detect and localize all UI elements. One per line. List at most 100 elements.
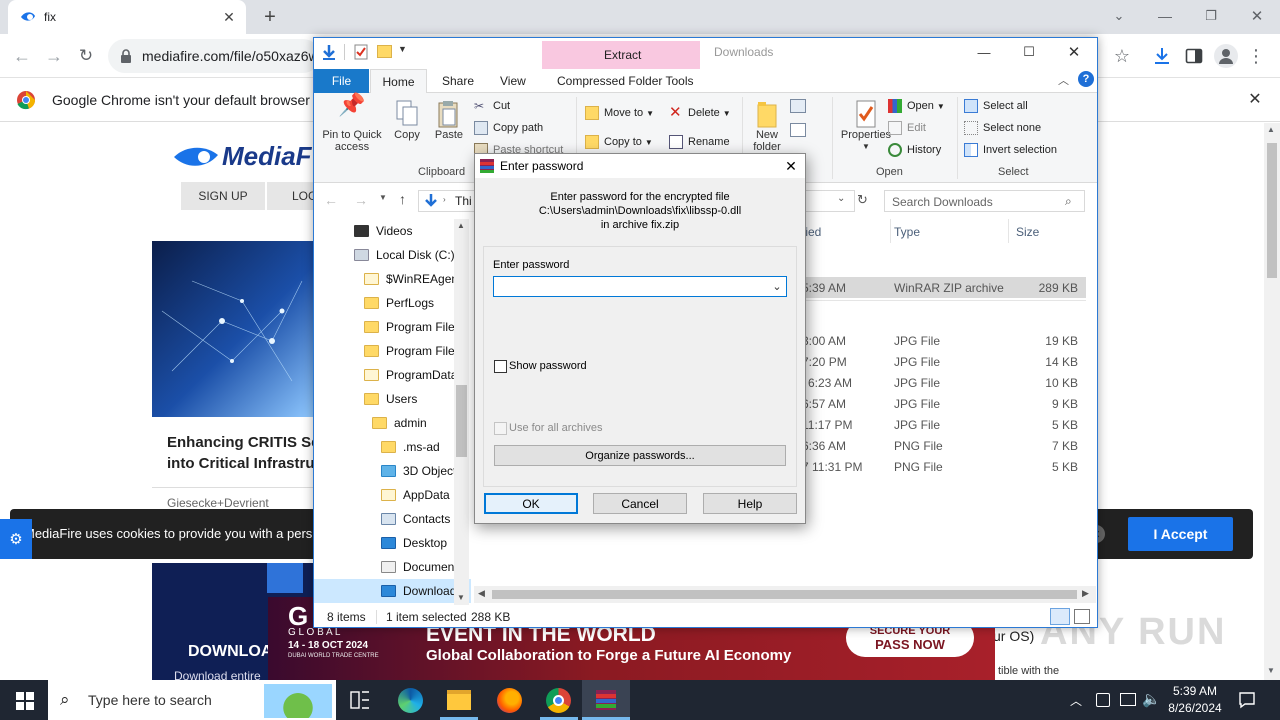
pin-quick-access-button[interactable]: 📌 Pin to Quick access	[318, 94, 386, 154]
hscroll-left-icon[interactable]: ◀	[478, 588, 485, 599]
omnibox[interactable]: mediafire.com/file/o50xaz6w	[108, 39, 320, 73]
search-box[interactable]: Search Downloads ⌕	[884, 190, 1085, 212]
paste-button[interactable]: Paste	[432, 99, 466, 141]
large-icons-view-icon[interactable]	[1074, 609, 1090, 624]
profile-avatar[interactable]	[1214, 44, 1238, 68]
extract-contextual-tab[interactable]: Extract	[604, 48, 641, 62]
chrome-taskbar-icon[interactable]	[546, 688, 571, 713]
help-icon[interactable]: ?	[1078, 71, 1094, 87]
tab-share[interactable]: Share	[442, 74, 474, 88]
password-history-dropdown-icon[interactable]: ⌄	[770, 278, 784, 295]
dialog-close-icon[interactable]: ✕	[781, 156, 801, 176]
tree-item-program-files[interactable]: Program Files	[354, 315, 469, 339]
file-explorer-taskbar-icon[interactable]	[447, 690, 471, 710]
menu-kebab-icon[interactable]: ⋮	[1246, 44, 1266, 68]
new-folder-button[interactable]: New folder	[747, 99, 787, 153]
tray-device-icon[interactable]	[1096, 693, 1110, 707]
tree-item-local-disk[interactable]: Local Disk (C:)	[354, 243, 469, 267]
tree-item-videos[interactable]: Videos	[354, 219, 469, 243]
edit-button[interactable]: Edit	[888, 118, 958, 138]
invert-selection-button[interactable]: Invert selection	[964, 140, 1094, 160]
minimize-icon[interactable]: —	[1154, 5, 1176, 27]
login-button[interactable]: LOG	[267, 182, 317, 210]
tree-item-documents[interactable]: Document	[354, 555, 469, 579]
new-tab-button[interactable]: +	[258, 5, 282, 29]
nav-back-icon[interactable]: ←	[324, 192, 338, 208]
tree-item-winreagent[interactable]: $WinREAgent	[354, 267, 469, 291]
explorer-maximize-icon[interactable]: ☐	[1019, 42, 1039, 62]
tree-item-program-files-x86[interactable]: Program Files	[354, 339, 469, 363]
tree-item-admin[interactable]: admin	[354, 411, 469, 435]
password-input[interactable]: ⌄	[493, 276, 787, 297]
organize-passwords-button[interactable]: Organize passwords...	[494, 445, 786, 466]
scroll-up-icon[interactable]: ▲	[1267, 125, 1275, 134]
open-button[interactable]: Open ▼	[888, 96, 958, 116]
breadcrumb-chevron-icon[interactable]: ›	[443, 195, 446, 204]
tree-scrollbar[interactable]: ▲ ▼	[454, 219, 469, 605]
reload-icon[interactable]: ↻	[74, 44, 98, 68]
details-view-icon[interactable]	[1050, 608, 1070, 625]
new-item-icon[interactable]	[790, 99, 806, 113]
table-row[interactable]: l 6:23 AM JPG File 10 KB	[802, 372, 1086, 393]
select-all-button[interactable]: Select all	[964, 96, 1094, 116]
table-row[interactable]: 11:17 PM JPG File 5 KB	[802, 414, 1086, 435]
address-dropdown-icon[interactable]: ⌄	[837, 193, 845, 204]
tree-item-ms-ad[interactable]: .ms-ad	[354, 435, 469, 459]
side-panel-icon[interactable]	[1185, 47, 1203, 65]
tab-compressed-folder-tools[interactable]: Compressed Folder Tools	[557, 74, 694, 88]
winrar-taskbar-button[interactable]	[582, 680, 630, 720]
qat-dropdown-icon[interactable]: ▼	[398, 44, 407, 54]
hscroll-thumb[interactable]	[492, 590, 1077, 599]
page-scrollbar[interactable]: ▲ ▼	[1264, 123, 1280, 680]
back-icon[interactable]: ←	[10, 44, 34, 68]
copy-path-button[interactable]: Copy path	[474, 118, 574, 138]
tab-file[interactable]: File	[314, 69, 369, 93]
tree-item-appdata[interactable]: AppData	[354, 483, 469, 507]
ok-button[interactable]: OK	[484, 493, 578, 514]
cut-button[interactable]: ✂ Cut	[474, 96, 574, 116]
privacy-settings-icon[interactable]: ⚙	[0, 519, 32, 559]
infobar-close-icon[interactable]: ✕	[1244, 88, 1266, 110]
signup-button[interactable]: SIGN UP	[181, 182, 265, 210]
select-none-button[interactable]: Select none	[964, 118, 1094, 138]
tree-item-perflogs[interactable]: PerfLogs	[354, 291, 469, 315]
taskbar-search-box[interactable]: ⌕ Type here to search	[48, 680, 336, 720]
tree-scroll-thumb[interactable]	[456, 385, 467, 457]
search-icon[interactable]: ⌕	[1065, 194, 1072, 209]
tab-home[interactable]: Home	[370, 69, 427, 94]
clock-date[interactable]: 8/26/2024	[1163, 701, 1227, 715]
help-button[interactable]: Help	[703, 493, 797, 514]
explorer-minimize-icon[interactable]: —	[974, 42, 994, 62]
recent-locations-icon[interactable]: ▼	[379, 193, 387, 202]
forward-icon[interactable]: →	[42, 44, 66, 68]
firefox-icon[interactable]	[497, 688, 522, 713]
windows-start-icon[interactable]	[16, 692, 34, 710]
copy-to-button[interactable]: Copy to ▼	[585, 132, 660, 152]
tree-item-contacts[interactable]: Contacts	[354, 507, 469, 531]
table-row[interactable]: 6:57 AM JPG File 9 KB	[802, 393, 1086, 414]
browser-tab[interactable]: fix ✕	[8, 0, 246, 34]
copy-button[interactable]: Copy	[390, 99, 424, 141]
table-row[interactable]: 6:36 AM PNG File 7 KB	[802, 435, 1086, 456]
column-size[interactable]: Size	[1016, 225, 1039, 239]
cancel-button[interactable]: Cancel	[593, 493, 687, 514]
tab-view[interactable]: View	[500, 74, 526, 88]
tree-item-users[interactable]: Users	[354, 387, 469, 411]
clock-time[interactable]: 5:39 AM	[1168, 684, 1222, 698]
notifications-icon[interactable]	[1238, 691, 1256, 709]
table-row[interactable]: 3:00 AM JPG File 19 KB	[802, 330, 1086, 351]
nav-forward-icon[interactable]: →	[354, 192, 368, 208]
accept-cookies-button[interactable]: I Accept	[1128, 517, 1233, 551]
delete-button[interactable]: ✕ Delete ▼	[669, 103, 739, 123]
ribbon-collapse-icon[interactable]: ︿	[1058, 72, 1069, 88]
close-tab-icon[interactable]: ✕	[220, 8, 238, 26]
tab-search-chevron-icon[interactable]: ⌄	[1108, 5, 1130, 27]
scroll-thumb[interactable]	[1267, 143, 1277, 278]
properties-qat-icon[interactable]	[354, 44, 368, 60]
use-for-all-checkbox[interactable]	[494, 422, 507, 435]
close-window-icon[interactable]: ✕	[1246, 5, 1268, 27]
tree-item-desktop[interactable]: Desktop	[354, 531, 469, 555]
easy-access-icon[interactable]	[790, 123, 806, 137]
refresh-icon[interactable]: ↻	[857, 192, 868, 208]
downloads-icon[interactable]	[1152, 46, 1172, 66]
